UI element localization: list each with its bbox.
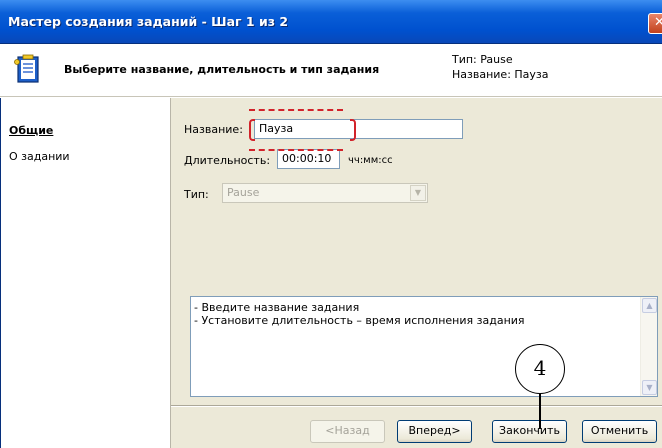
title-bar: Мастер создания заданий - Шаг 1 из 2 ✕ [0, 0, 662, 44]
name-highlight-left-bracket [249, 119, 255, 141]
button-separator [171, 405, 662, 407]
close-icon[interactable]: ✕ [648, 13, 662, 34]
scroll-down-icon[interactable]: ▼ [642, 380, 657, 395]
sidebar-item-general[interactable]: Общие [9, 124, 53, 137]
type-select[interactable]: Pause ▼ [222, 183, 428, 203]
type-select-value: Pause [227, 186, 260, 199]
duration-label: Длительность: [184, 154, 271, 167]
finish-button[interactable]: Закончить [492, 420, 567, 443]
window-title: Мастер создания заданий - Шаг 1 из 2 [8, 14, 289, 29]
callout-pointer-line [539, 394, 541, 429]
hint-scrollbar[interactable]: ▲ ▼ [640, 297, 657, 396]
scroll-up-icon[interactable]: ▲ [642, 298, 657, 313]
sidebar-item-about-task[interactable]: О задании [9, 150, 70, 163]
cancel-button[interactable]: Отменить [582, 420, 657, 443]
step-callout-badge: 4 [515, 344, 565, 394]
hint-box: - Введите название задания - Установите … [190, 296, 658, 397]
wizard-document-icon [14, 54, 39, 83]
header-type-info: Тип: Pause [452, 53, 513, 66]
hint-line: - Установите длительность – время исполн… [194, 314, 525, 327]
wizard-header: Выберите название, длительность и тип за… [0, 44, 662, 97]
name-label: Название: [184, 123, 243, 136]
header-name-info: Название: Пауза [452, 68, 549, 81]
header-subtitle: Выберите название, длительность и тип за… [64, 63, 380, 76]
wizard-content: Название: Пауза Длительность: 00:00:10 ч… [171, 98, 662, 448]
name-highlight-right-bracket [350, 119, 356, 141]
wizard-sidebar: Общие О задании [0, 98, 171, 448]
hint-line: - Введите название задания [194, 301, 360, 314]
type-label: Тип: [184, 188, 209, 201]
duration-format-hint: чч:мм:сс [348, 155, 393, 166]
chevron-down-icon[interactable]: ▼ [410, 185, 426, 201]
header-info: Тип: Pause Название: Пауза [452, 52, 549, 82]
next-button[interactable]: Вперед> [397, 420, 472, 443]
name-highlight-dashed [249, 109, 343, 151]
duration-input[interactable]: 00:00:10 [277, 149, 340, 169]
back-button[interactable]: <Назад [310, 420, 385, 443]
